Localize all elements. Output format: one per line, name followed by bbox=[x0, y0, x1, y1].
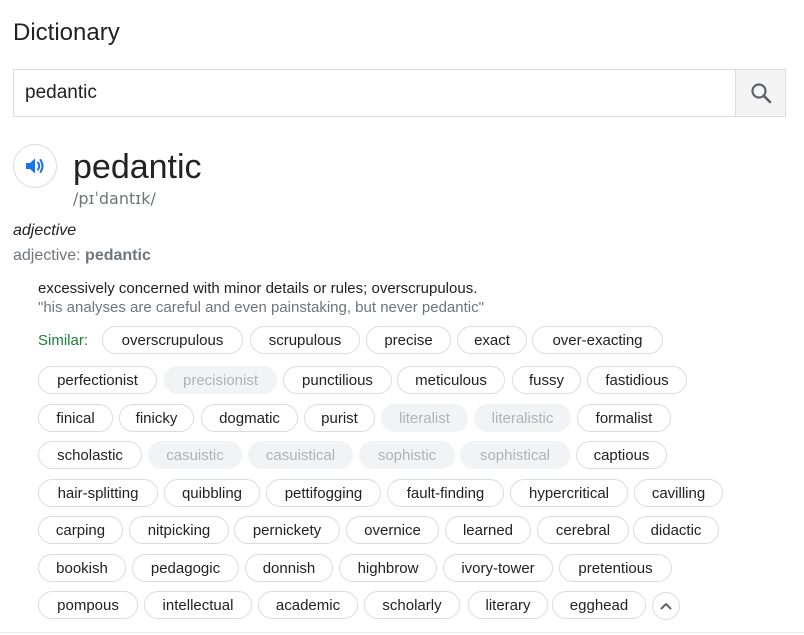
similar-chip[interactable]: meticulous bbox=[397, 366, 505, 394]
word-form-label: adjective: bbox=[13, 247, 86, 264]
similar-chip[interactable]: learned bbox=[445, 516, 531, 544]
similar-chip[interactable]: pretentious bbox=[559, 554, 672, 582]
phonetic-spelling: /pɪˈdantɪk/ bbox=[73, 189, 156, 208]
similar-chip: sophistical bbox=[460, 441, 570, 469]
similar-chip: precisionist bbox=[164, 366, 277, 394]
similar-chip[interactable]: hair-splitting bbox=[38, 479, 158, 507]
similar-chip[interactable]: formalist bbox=[577, 404, 671, 432]
similar-chip[interactable]: punctilious bbox=[283, 366, 392, 394]
similar-chip[interactable]: quibbling bbox=[164, 479, 260, 507]
similar-chip[interactable]: intellectual bbox=[144, 591, 252, 619]
similar-label: Similar: bbox=[38, 332, 89, 349]
similar-chip[interactable]: purist bbox=[304, 404, 375, 432]
bottom-divider bbox=[0, 632, 804, 633]
similar-chip: casuistic bbox=[148, 441, 242, 469]
similar-chip: sophistic bbox=[359, 441, 455, 469]
collapse-button[interactable] bbox=[652, 592, 680, 620]
similar-chip[interactable]: fussy bbox=[512, 366, 581, 394]
similar-chip[interactable]: fault-finding bbox=[387, 479, 504, 507]
similar-chip: literalistic bbox=[474, 404, 571, 432]
similar-chip[interactable]: scholastic bbox=[38, 441, 142, 469]
word-form: adjective: pedantic bbox=[13, 247, 151, 265]
similar-chip[interactable]: literary bbox=[468, 591, 548, 619]
similar-chip: literalist bbox=[381, 404, 468, 432]
similar-chip[interactable]: pedagogic bbox=[132, 554, 239, 582]
search-box bbox=[13, 69, 786, 117]
similar-chip[interactable]: hypercritical bbox=[510, 479, 628, 507]
similar-chip[interactable]: scrupulous bbox=[250, 326, 360, 354]
similar-chip[interactable]: cerebral bbox=[537, 516, 629, 544]
similar-chip[interactable]: scholarly bbox=[364, 591, 460, 619]
similar-chip[interactable]: finicky bbox=[119, 404, 194, 432]
search-icon bbox=[750, 83, 771, 104]
similar-chip[interactable]: pettifogging bbox=[266, 479, 381, 507]
similar-chip[interactable]: carping bbox=[38, 516, 123, 544]
search-button[interactable] bbox=[735, 70, 785, 116]
similar-chip[interactable]: pompous bbox=[38, 591, 138, 619]
similar-chip[interactable]: nitpicking bbox=[129, 516, 229, 544]
similar-chip[interactable]: highbrow bbox=[339, 554, 437, 582]
similar-chip[interactable]: perfectionist bbox=[38, 366, 157, 394]
word-form-value: pedantic bbox=[85, 247, 151, 264]
similar-chip[interactable]: dogmatic bbox=[201, 404, 298, 432]
similar-chip[interactable]: exact bbox=[457, 326, 527, 354]
similar-chip[interactable]: over-exacting bbox=[532, 326, 663, 354]
similar-chip[interactable]: fastidious bbox=[587, 366, 687, 394]
similar-chip[interactable]: precise bbox=[366, 326, 451, 354]
pronunciation-audio-button[interactable] bbox=[13, 144, 57, 188]
similar-chip: casuistical bbox=[248, 441, 353, 469]
speaker-icon bbox=[26, 158, 44, 174]
similar-chip[interactable]: egghead bbox=[552, 591, 646, 619]
part-of-speech: adjective bbox=[13, 222, 77, 239]
page-title: Dictionary bbox=[13, 19, 120, 46]
similar-chip[interactable]: bookish bbox=[38, 554, 126, 582]
headword: pedantic bbox=[73, 148, 202, 186]
example-sentence: "his analyses are careful and even pains… bbox=[38, 299, 484, 316]
similar-chip[interactable]: didactic bbox=[633, 516, 719, 544]
similar-chip[interactable]: finical bbox=[38, 404, 113, 432]
dictionary-panel: Dictionary pedantic /pɪˈdantɪk/ adjectiv… bbox=[0, 0, 804, 635]
similar-chip[interactable]: donnish bbox=[245, 554, 333, 582]
search-input[interactable] bbox=[14, 70, 735, 116]
similar-chip[interactable]: ivory-tower bbox=[443, 554, 553, 582]
similar-chip[interactable]: cavilling bbox=[634, 479, 723, 507]
chevron-up-icon bbox=[660, 603, 672, 610]
definition-text: excessively concerned with minor details… bbox=[38, 280, 478, 297]
similar-chip[interactable]: pernickety bbox=[234, 516, 340, 544]
similar-chip[interactable]: overnice bbox=[346, 516, 439, 544]
similar-chip[interactable]: overscrupulous bbox=[102, 326, 243, 354]
similar-chip[interactable]: academic bbox=[258, 591, 358, 619]
similar-chip[interactable]: captious bbox=[576, 441, 667, 469]
